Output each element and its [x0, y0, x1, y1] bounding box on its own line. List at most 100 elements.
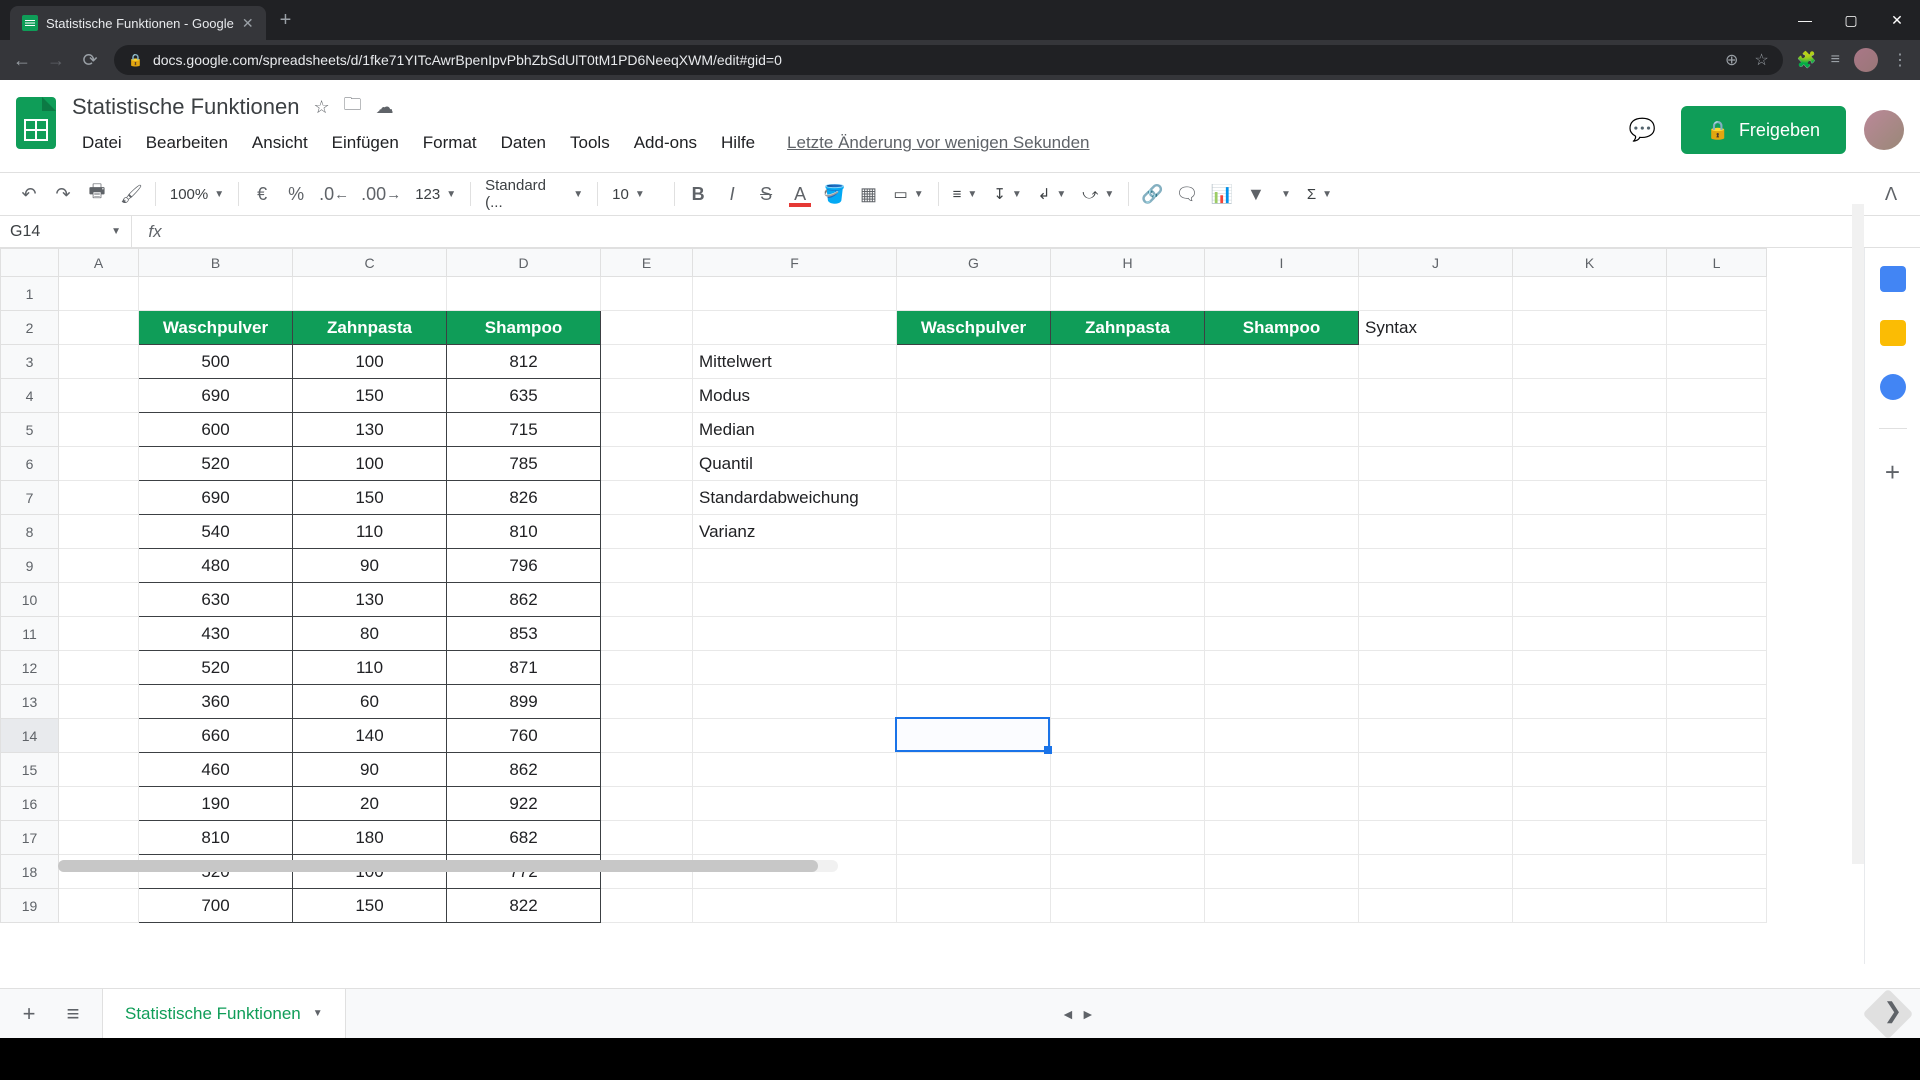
- menu-tools[interactable]: Tools: [560, 129, 620, 157]
- cell-G5[interactable]: [897, 413, 1051, 447]
- cell-D6[interactable]: 785: [447, 447, 601, 481]
- cell-D12[interactable]: 871: [447, 651, 601, 685]
- row-header-12[interactable]: 12: [1, 651, 59, 685]
- cell-A14[interactable]: [59, 719, 139, 753]
- cell-H7[interactable]: [1051, 481, 1205, 515]
- cell-K4[interactable]: [1513, 379, 1667, 413]
- cell-H14[interactable]: [1051, 719, 1205, 753]
- cell-G2[interactable]: Waschpulver: [897, 311, 1051, 345]
- cell-C8[interactable]: 110: [293, 515, 447, 549]
- reading-list-icon[interactable]: ≡: [1831, 51, 1840, 69]
- cell-L13[interactable]: [1667, 685, 1767, 719]
- sheet-tab[interactable]: Statistische Funktionen ▼: [102, 989, 346, 1038]
- cell-D17[interactable]: 682: [447, 821, 601, 855]
- cell-G7[interactable]: [897, 481, 1051, 515]
- cell-K10[interactable]: [1513, 583, 1667, 617]
- cell-H17[interactable]: [1051, 821, 1205, 855]
- cell-G1[interactable]: [897, 277, 1051, 311]
- menu-bearbeiten[interactable]: Bearbeiten: [136, 129, 238, 157]
- cell-G14[interactable]: [897, 719, 1051, 753]
- menu-ansicht[interactable]: Ansicht: [242, 129, 318, 157]
- borders-button[interactable]: ▦: [854, 179, 884, 209]
- row-header-18[interactable]: 18: [1, 855, 59, 889]
- cell-F2[interactable]: [693, 311, 897, 345]
- cell-B15[interactable]: 460: [139, 753, 293, 787]
- cell-J7[interactable]: [1359, 481, 1513, 515]
- add-sheet-button[interactable]: +: [14, 1001, 44, 1027]
- row-header-19[interactable]: 19: [1, 889, 59, 923]
- cell-C7[interactable]: 150: [293, 481, 447, 515]
- strikethrough-button[interactable]: S: [751, 179, 781, 209]
- cell-G18[interactable]: [897, 855, 1051, 889]
- row-header-6[interactable]: 6: [1, 447, 59, 481]
- col-header-H[interactable]: H: [1051, 249, 1205, 277]
- cell-L7[interactable]: [1667, 481, 1767, 515]
- col-header-I[interactable]: I: [1205, 249, 1359, 277]
- cell-A4[interactable]: [59, 379, 139, 413]
- menu-icon[interactable]: ⋮: [1892, 50, 1908, 70]
- cell-H18[interactable]: [1051, 855, 1205, 889]
- extensions-icon[interactable]: 🧩: [1797, 50, 1817, 70]
- last-edit-link[interactable]: Letzte Änderung vor wenigen Sekunden: [787, 133, 1089, 153]
- cell-C15[interactable]: 90: [293, 753, 447, 787]
- cell-I17[interactable]: [1205, 821, 1359, 855]
- cell-D2[interactable]: Shampoo: [447, 311, 601, 345]
- cell-E7[interactable]: [601, 481, 693, 515]
- text-color-button[interactable]: A: [785, 179, 815, 209]
- cell-C1[interactable]: [293, 277, 447, 311]
- cell-L17[interactable]: [1667, 821, 1767, 855]
- row-header-8[interactable]: 8: [1, 515, 59, 549]
- back-button[interactable]: ←: [12, 50, 32, 71]
- cell-I11[interactable]: [1205, 617, 1359, 651]
- cell-J12[interactable]: [1359, 651, 1513, 685]
- cell-D19[interactable]: 822: [447, 889, 601, 923]
- cell-C4[interactable]: 150: [293, 379, 447, 413]
- cell-C14[interactable]: 140: [293, 719, 447, 753]
- address-bar[interactable]: 🔒 docs.google.com/spreadsheets/d/1fke71Y…: [114, 45, 1783, 75]
- rotate-button[interactable]: ⤻▼: [1076, 186, 1120, 203]
- cell-E11[interactable]: [601, 617, 693, 651]
- cell-I10[interactable]: [1205, 583, 1359, 617]
- decrease-decimal-button[interactable]: .0←: [315, 179, 353, 209]
- cell-H13[interactable]: [1051, 685, 1205, 719]
- cell-F17[interactable]: [693, 821, 897, 855]
- cell-L1[interactable]: [1667, 277, 1767, 311]
- cell-B6[interactable]: 520: [139, 447, 293, 481]
- number-format-select[interactable]: 123▼: [409, 186, 462, 203]
- cell-G10[interactable]: [897, 583, 1051, 617]
- cell-C16[interactable]: 20: [293, 787, 447, 821]
- cell-F3[interactable]: Mittelwert: [693, 345, 897, 379]
- cell-H16[interactable]: [1051, 787, 1205, 821]
- cell-F7[interactable]: Standardabweichung: [693, 481, 897, 515]
- merge-button[interactable]: ▭▼: [888, 185, 930, 203]
- cell-L19[interactable]: [1667, 889, 1767, 923]
- row-header-17[interactable]: 17: [1, 821, 59, 855]
- col-header-A[interactable]: A: [59, 249, 139, 277]
- cell-F10[interactable]: [693, 583, 897, 617]
- bookmark-icon[interactable]: ☆: [1754, 50, 1768, 70]
- col-header-D[interactable]: D: [447, 249, 601, 277]
- cell-I16[interactable]: [1205, 787, 1359, 821]
- col-header-L[interactable]: L: [1667, 249, 1767, 277]
- cell-B3[interactable]: 500: [139, 345, 293, 379]
- cell-E9[interactable]: [601, 549, 693, 583]
- browser-tab[interactable]: Statistische Funktionen - Google ✕: [10, 6, 266, 40]
- print-button[interactable]: 🖶: [82, 179, 112, 209]
- h-align-button[interactable]: ≡▼: [947, 186, 984, 203]
- cell-F14[interactable]: [693, 719, 897, 753]
- cell-K1[interactable]: [1513, 277, 1667, 311]
- cell-C19[interactable]: 150: [293, 889, 447, 923]
- keep-icon[interactable]: [1880, 320, 1906, 346]
- cell-L11[interactable]: [1667, 617, 1767, 651]
- functions-button[interactable]: Σ▼: [1301, 186, 1338, 203]
- chart-button[interactable]: 📊: [1207, 179, 1237, 209]
- menu-einfügen[interactable]: Einfügen: [322, 129, 409, 157]
- cell-A12[interactable]: [59, 651, 139, 685]
- cell-K16[interactable]: [1513, 787, 1667, 821]
- cell-K18[interactable]: [1513, 855, 1667, 889]
- cell-I5[interactable]: [1205, 413, 1359, 447]
- cell-A11[interactable]: [59, 617, 139, 651]
- cell-B12[interactable]: 520: [139, 651, 293, 685]
- cell-H2[interactable]: Zahnpasta: [1051, 311, 1205, 345]
- cell-I6[interactable]: [1205, 447, 1359, 481]
